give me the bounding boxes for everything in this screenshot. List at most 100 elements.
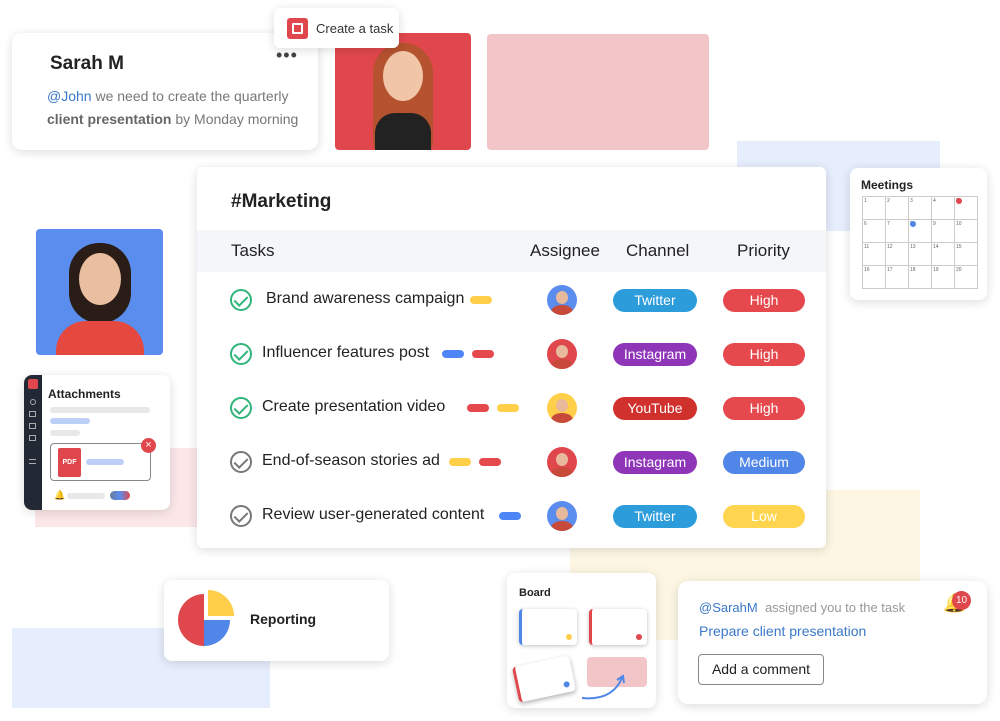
reporting-card[interactable]: Reporting [164,580,389,661]
remove-attachment-icon[interactable]: × [141,438,156,453]
label-tag [479,458,501,466]
placeholder-line [50,418,90,424]
task-link[interactable]: Prepare client presentation [699,623,866,639]
meetings-title: Meetings [861,178,914,192]
photo-red-person [335,33,471,150]
priority-pill[interactable]: High [723,289,805,312]
pdf-file-icon: PDF [58,448,81,477]
priority-pill[interactable]: High [723,343,805,366]
label-tag [497,404,519,412]
calendar-day[interactable]: 1 [862,196,886,220]
channel-pill[interactable]: Instagram [613,343,697,366]
placeholder-line [50,430,80,436]
calendar-day[interactable]: 5 [954,196,978,220]
notification-text: assigned you to the task [764,600,906,615]
priority-pill[interactable]: High [723,397,805,420]
calendar-icon[interactable] [29,435,36,441]
calendar-day[interactable]: 18 [908,265,932,289]
photo-blue-person [36,229,163,355]
calendar-day[interactable]: 12 [885,242,909,266]
channel-title: #Marketing [231,191,332,212]
task-name[interactable]: End-of-season stories ad [262,452,440,470]
calendar-day[interactable]: 17 [885,265,909,289]
inbox-icon[interactable] [29,423,36,429]
task-status-check-icon[interactable] [230,343,252,365]
task-app-icon [287,18,308,39]
assignee-avatar[interactable] [547,393,577,423]
calendar-day[interactable]: 2 [885,196,909,220]
label-tag [470,296,492,304]
channel-pill[interactable]: Twitter [613,289,697,312]
board-card-dragging[interactable] [511,655,577,703]
home-icon[interactable] [29,411,36,417]
message-author: Sarah M [50,53,124,74]
calendar-day[interactable]: 11 [862,242,886,266]
meetings-calendar-card: Meetings 1234567891011121314151617181920 [850,168,987,300]
col-assignee[interactable]: Assignee [530,241,600,261]
mention-link[interactable]: @SarahM [699,600,758,615]
calendar-day[interactable]: 8 [908,219,932,243]
calendar-day[interactable]: 20 [954,265,978,289]
board-title: Board [519,587,551,599]
calendar-day[interactable]: 9 [931,219,955,243]
assignee-avatar[interactable] [547,501,577,531]
move-arrow-icon [581,674,625,700]
label-tag [499,512,521,520]
channel-pill[interactable]: Twitter [613,505,697,528]
board-card-red [589,609,647,645]
calendar-day[interactable]: 13 [908,242,932,266]
board-card[interactable]: Board [507,573,656,708]
task-status-check-icon[interactable] [230,289,252,311]
calendar-day[interactable]: 10 [954,219,978,243]
message-card: Sarah M ••• @John we need to create the … [12,33,318,150]
bell-icon: 🔔 [54,490,66,500]
table-header: Tasks Assignee Channel Priority [197,230,826,272]
calendar-day[interactable]: 14 [931,242,955,266]
mention-link[interactable]: @John [47,88,92,104]
add-comment-button[interactable]: Add a comment [698,654,824,685]
priority-pill[interactable]: Medium [723,451,805,474]
col-priority[interactable]: Priority [737,241,790,261]
calendar-day[interactable]: 6 [862,219,886,243]
assignee-avatar[interactable] [547,447,577,477]
calendar-grid: 1234567891011121314151617181920 [862,196,978,289]
reporting-title: Reporting [250,611,317,627]
meeting-dot-icon[interactable] [956,198,962,204]
create-task-button[interactable]: Create a task [274,8,399,48]
task-status-check-icon[interactable] [230,505,252,527]
channel-pill[interactable]: Instagram [613,451,697,474]
label-tag [472,350,494,358]
table-row[interactable]: Review user-generated content Twitter Lo… [197,501,826,570]
priority-pill[interactable]: Low [723,505,805,528]
notification-card: @SarahM assigned you to the task Prepare… [678,581,987,704]
task-name[interactable]: Review user-generated content [262,506,484,524]
assignee-avatar[interactable] [547,339,577,369]
attached-file[interactable]: PDF [50,443,151,481]
search-icon[interactable] [30,399,36,405]
attachments-card: Attachments PDF × 🔔 [24,375,170,510]
assignee-avatar[interactable] [547,285,577,315]
attachments-title: Attachments [48,387,121,401]
label-tag [442,350,464,358]
task-status-check-icon[interactable] [230,397,252,419]
task-name[interactable]: Brand awareness campaign [266,290,464,308]
channel-pill[interactable]: YouTube [613,397,697,420]
calendar-day[interactable]: 4 [931,196,955,220]
more-horizontal-icon[interactable]: ••• [276,45,298,66]
col-tasks[interactable]: Tasks [231,241,274,261]
task-status-check-icon[interactable] [230,451,252,473]
task-name[interactable]: Create presentation video [262,398,445,416]
avatar-group [110,491,130,500]
calendar-day[interactable]: 7 [885,219,909,243]
meeting-dot-icon[interactable] [910,221,916,227]
calendar-day[interactable]: 15 [954,242,978,266]
placeholder-line [50,407,150,413]
create-task-label: Create a task [316,21,394,36]
calendar-day[interactable]: 16 [862,265,886,289]
task-name[interactable]: Influencer features post [262,344,429,362]
calendar-day[interactable]: 3 [908,196,932,220]
col-channel[interactable]: Channel [626,241,689,261]
calendar-day[interactable]: 19 [931,265,955,289]
app-sidebar [24,375,42,510]
menu-icon[interactable] [29,459,36,464]
